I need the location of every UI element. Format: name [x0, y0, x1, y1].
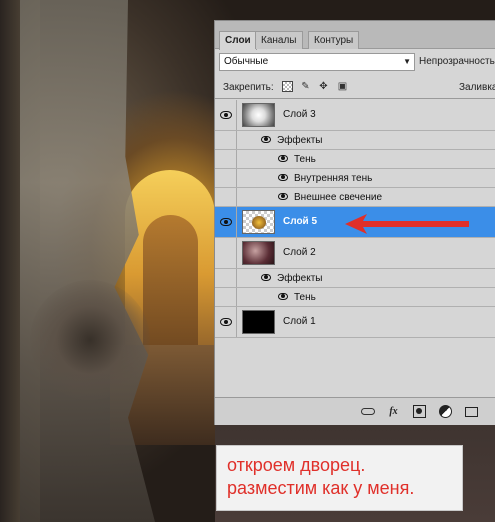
lock-row: Закрепить: ✎ ✥ ▣ Заливка — [215, 77, 495, 99]
effect-label: Тень — [294, 292, 316, 303]
move-icon[interactable]: ✥ — [318, 81, 329, 92]
layer-name: Слой 5 — [283, 216, 318, 227]
tab-channels[interactable]: Каналы — [255, 31, 303, 49]
eye-icon — [220, 218, 232, 226]
link-icon[interactable] — [361, 408, 375, 415]
layer-row-2[interactable]: Слой 2 — [215, 238, 495, 269]
effects-group-row[interactable]: Эффекты — [215, 131, 495, 150]
visibility-toggle[interactable] — [215, 238, 237, 268]
layer-name: Слой 2 — [283, 247, 316, 258]
blend-row: Обычные ▼ Непрозрачность — [215, 51, 495, 75]
caption-box: откроем дворец. разместим как у меня. — [216, 445, 463, 511]
effects-label: Эффекты — [277, 273, 323, 284]
effect-row[interactable]: Тень — [215, 150, 495, 169]
fx-icon[interactable]: fx — [387, 405, 400, 418]
layer-thumbnail — [242, 103, 275, 127]
smoke-swirl — [30, 280, 150, 400]
eye-icon[interactable] — [278, 193, 288, 200]
brush-icon[interactable]: ✎ — [300, 81, 311, 92]
chevron-down-icon: ▼ — [403, 57, 411, 66]
layer-thumbnail — [242, 310, 275, 334]
visibility-toggle[interactable] — [215, 207, 237, 237]
visibility-toggle[interactable] — [215, 100, 237, 130]
panel-tabbar: Слои Каналы Контуры — [215, 21, 495, 50]
eye-icon[interactable] — [278, 155, 288, 162]
blend-mode-value: Обычные — [224, 56, 269, 67]
visibility-toggle[interactable] — [215, 307, 237, 337]
effect-row[interactable]: Внутренняя тень — [215, 169, 495, 188]
layer-thumbnail — [242, 210, 275, 234]
effect-row[interactable]: Тень — [215, 288, 495, 307]
layers-list: Слой 3 Эффекты Тень Внутренняя тень Внеш… — [215, 100, 495, 395]
layer-row-1[interactable]: Слой 1 — [215, 307, 495, 338]
fill-label: Заливка — [459, 82, 495, 93]
panel-bottom-toolbar: fx — [215, 397, 495, 425]
caption-line-1: откроем дворец. — [227, 455, 366, 475]
layer-row-3[interactable]: Слой 3 — [215, 100, 495, 131]
effect-label: Внешнее свечение — [294, 192, 383, 203]
lock-icon[interactable]: ▣ — [337, 81, 348, 92]
layer-thumbnail — [242, 241, 275, 265]
caption-line-2: разместим как у меня. — [227, 478, 415, 498]
effects-group-row[interactable]: Эффекты — [215, 269, 495, 288]
effect-row[interactable]: Внешнее свечение — [215, 188, 495, 207]
arrow-icon — [345, 214, 469, 234]
tab-paths[interactable]: Контуры — [308, 31, 360, 49]
eye-icon — [220, 318, 232, 326]
eye-icon[interactable] — [278, 293, 288, 300]
effect-label: Тень — [294, 154, 316, 165]
lock-label: Закрепить: — [223, 82, 274, 93]
eye-icon — [220, 111, 232, 119]
eye-icon[interactable] — [261, 136, 271, 143]
palace-door — [143, 215, 198, 360]
layer-name: Слой 3 — [283, 109, 316, 120]
mask-icon[interactable] — [413, 405, 426, 418]
effect-label: Внутренняя тень — [294, 173, 373, 184]
eye-icon[interactable] — [261, 274, 271, 281]
adjustment-icon[interactable] — [439, 405, 452, 418]
opacity-label: Непрозрачность — [419, 56, 495, 67]
tab-layers[interactable]: Слои — [219, 31, 257, 50]
eye-icon[interactable] — [278, 174, 288, 181]
layer-name: Слой 1 — [283, 316, 316, 327]
effects-label: Эффекты — [277, 135, 323, 146]
blend-mode-select[interactable]: Обычные ▼ — [219, 53, 415, 71]
lock-transparent-icon[interactable] — [282, 81, 293, 92]
folder-icon[interactable] — [465, 407, 478, 417]
